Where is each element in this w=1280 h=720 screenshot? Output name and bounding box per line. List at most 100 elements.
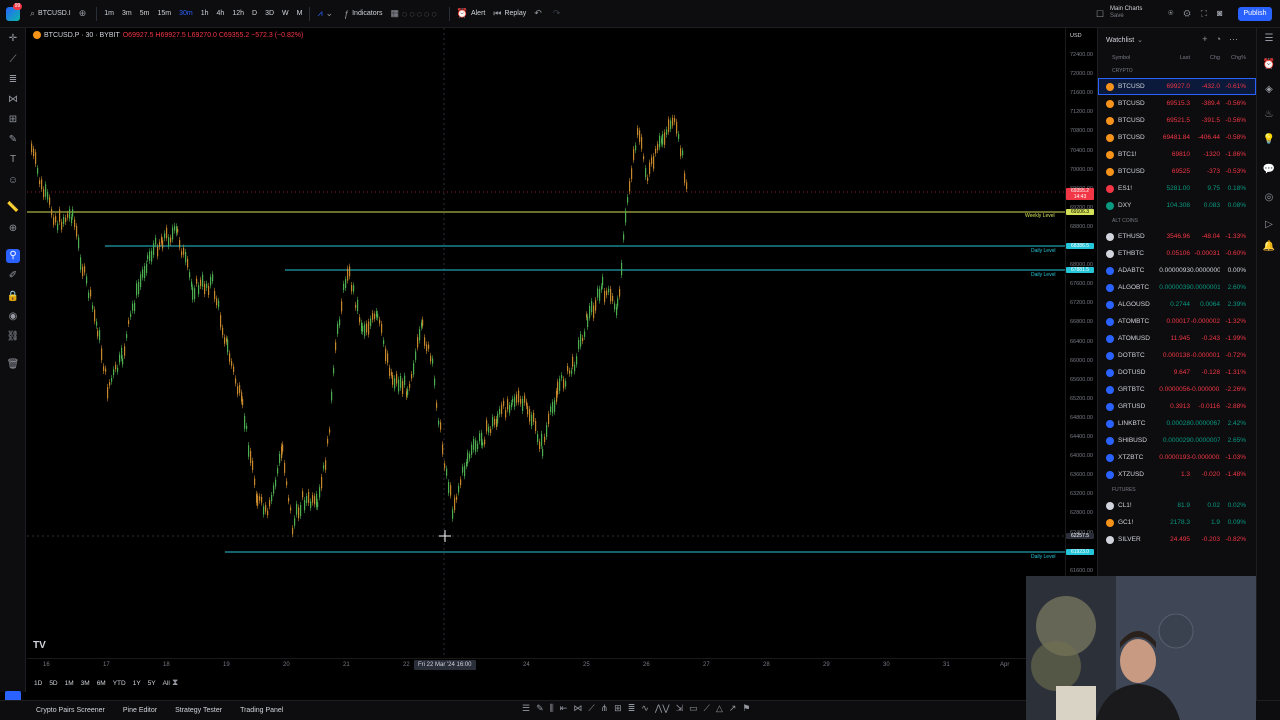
compare-button[interactable]: ⊕ — [75, 0, 94, 28]
watchlist-section-header[interactable]: FUTURES — [1098, 483, 1256, 497]
path-icon[interactable]: ⟋ — [704, 703, 710, 714]
layout-name-button[interactable]: Main Charts Save — [1110, 6, 1158, 20]
alert-button[interactable]: ⏰ Alert — [453, 0, 490, 28]
timeframe-15m[interactable]: 15m — [153, 10, 175, 17]
range-YTD[interactable]: YTD — [113, 680, 126, 687]
watchlist-row[interactable]: ETHUSD 3546.96 -48.04 -1.33% — [1098, 228, 1256, 245]
timeframe-30m[interactable]: 30m — [175, 10, 197, 17]
ruler-tool-icon[interactable]: 📏 — [6, 201, 20, 215]
fib-icon[interactable]: ≣ — [628, 703, 636, 714]
alert-bell-icon[interactable]: ⍟ — [1168, 8, 1183, 18]
timeframe-W[interactable]: W — [278, 10, 293, 17]
range-5Y[interactable]: 5Y — [148, 680, 156, 687]
line-icon[interactable]: ⟋ — [588, 703, 594, 714]
zoom-tool-icon[interactable]: ⊕ — [6, 222, 20, 236]
camera-icon[interactable]: ◙ — [1217, 8, 1232, 18]
lock-icon[interactable]: 🔒 — [6, 290, 20, 304]
watchlist-row[interactable]: ETHBTC 0.05106 -0.00031 -0.60% — [1098, 245, 1256, 262]
brush-tool-icon[interactable]: ✎ — [6, 133, 20, 147]
range-1Y[interactable]: 1Y — [133, 680, 141, 687]
redo-button[interactable]: ↷ — [549, 0, 568, 28]
timeframe-12h[interactable]: 12h — [228, 10, 248, 17]
wave-icon[interactable]: ∿ — [641, 703, 649, 714]
bottom-tab[interactable]: Trading Panel — [240, 707, 283, 714]
timeframe-1h[interactable]: 1h — [197, 10, 213, 17]
watchlist-row[interactable]: DOTUSD 9.647 -0.128 -1.31% — [1098, 364, 1256, 381]
watchlist-row[interactable]: ADABTC 0.0000093 0.0000000 0.00% — [1098, 262, 1256, 279]
chevron-down-icon[interactable]: ⌄ — [1137, 36, 1143, 44]
chat-icon[interactable]: 💬 — [1262, 163, 1276, 177]
magnet-tool-icon[interactable]: ⚲ — [6, 249, 20, 263]
watchlist-row[interactable]: XTZUSD 1.3 -0.020 -1.48% — [1098, 466, 1256, 483]
col-chgp[interactable]: Chg% — [1220, 55, 1252, 61]
timeframe-4h[interactable]: 4h — [213, 10, 229, 17]
watchlist-row[interactable]: GRTUSD 0.3913 -0.0116 -2.88% — [1098, 398, 1256, 415]
watchlist-sidebar-icon[interactable]: ☰ — [1262, 32, 1276, 46]
publish-button[interactable]: Publish — [1238, 7, 1272, 21]
symbol-search-button[interactable]: ⌕ BTCUSD.I — [26, 0, 75, 28]
data-window-icon[interactable]: ◈ — [1262, 83, 1276, 97]
link-icon[interactable]: ⛓ — [6, 330, 20, 344]
chart-type-button[interactable]: ⩘ ⌄ — [313, 0, 340, 28]
settings-gear-icon[interactable]: ⚙ — [1183, 8, 1200, 18]
bottom-tab[interactable]: Crypto Pairs Screener — [36, 707, 105, 714]
brush-icon[interactable]: ✎ — [536, 703, 544, 714]
more-icon[interactable]: ⋯ — [1229, 34, 1246, 44]
range-3M[interactable]: 3M — [81, 680, 90, 687]
watchlist-row[interactable]: CL1! 81.9 0.02 0.02% — [1098, 497, 1256, 514]
range-All[interactable]: All — [163, 680, 170, 687]
watchlist-row[interactable]: ATOMBTC 0.00017 -0.000002 -1.32% — [1098, 313, 1256, 330]
watchlist-row[interactable]: BTCUSD 69927.0 -432.0 -0.61% — [1098, 78, 1256, 95]
watchlist-section-header[interactable]: CRYPTO — [1098, 64, 1256, 78]
templates-button[interactable]: ▦ ◌◌◌◌◌ — [386, 0, 445, 28]
watchlist-row[interactable]: BTC1! 69810 -1320 -1.86% — [1098, 146, 1256, 163]
watchlist-row[interactable]: BTCUSD 69525 -373 -0.53% — [1098, 163, 1256, 180]
chart-pane[interactable]: BTCUSD.P · 30 · BYBIT O69927.5 H69927.5 … — [27, 28, 1065, 658]
timeframe-1m[interactable]: 1m — [100, 10, 118, 17]
projection-tool-icon[interactable]: ⊞ — [6, 113, 20, 127]
triangle-icon[interactable]: △ — [716, 703, 723, 714]
trendline-tool-icon[interactable]: ⟋ — [6, 53, 20, 67]
timeframe-5m[interactable]: 5m — [136, 10, 154, 17]
menu-logo-button[interactable]: 99 — [0, 0, 26, 28]
indicators-button[interactable]: ƒ Indicators — [340, 0, 386, 28]
watchlist-section-header[interactable]: ALT COINS — [1098, 214, 1256, 228]
watchlist-row[interactable]: XTZBTC 0.0000193 -0.0000002 -1.03% — [1098, 449, 1256, 466]
watchlist-row[interactable]: ALGOUSD 0.2744 0.0064 2.39% — [1098, 296, 1256, 313]
col-symbol[interactable]: Symbol — [1098, 55, 1158, 61]
pattern-icon[interactable]: ⋈ — [573, 703, 582, 714]
col-chg[interactable]: Chg — [1190, 55, 1220, 61]
timeframe-M[interactable]: M — [293, 10, 307, 17]
streams-icon[interactable]: ◎ — [1262, 191, 1276, 205]
chart-legend[interactable]: BTCUSD.P · 30 · BYBIT O69927.5 H69927.5 … — [33, 31, 303, 39]
ideas-icon[interactable]: 💡 — [1262, 133, 1276, 147]
replay-button[interactable]: ⏮ Replay — [489, 0, 530, 28]
range-1M[interactable]: 1M — [65, 680, 74, 687]
text-tool-icon[interactable]: T — [6, 153, 20, 167]
bottom-tab[interactable]: Pine Editor — [123, 707, 157, 714]
eye-icon[interactable]: ◉ — [6, 310, 20, 324]
range-5D[interactable]: 5D — [49, 680, 57, 687]
watchlist-row[interactable]: BTCUSD 69521.5 -391.5 -0.56% — [1098, 112, 1256, 129]
watchlist-row[interactable]: SILVER 24.495 -0.203 -0.82% — [1098, 531, 1256, 548]
col-last[interactable]: Last — [1158, 55, 1190, 61]
hotlists-icon[interactable]: ♨ — [1262, 108, 1276, 122]
bottom-tab[interactable]: Strategy Tester — [175, 707, 222, 714]
candlestick-chart[interactable] — [27, 28, 1065, 658]
zigzag-icon[interactable]: ⋀⋁ — [655, 703, 670, 714]
list-icon[interactable]: ☰ — [522, 703, 530, 714]
watchlist-row[interactable]: BTCUSD 69481.84 -406.44 -0.58% — [1098, 129, 1256, 146]
arrow-icon[interactable]: ⇤ — [560, 703, 568, 714]
crosshair-tool-icon[interactable]: ✛ — [6, 32, 20, 46]
rect-icon[interactable]: ▭ — [689, 703, 698, 714]
watchlist-row[interactable]: ALGOBTC 0.0000039 0.0000001 2.60% — [1098, 279, 1256, 296]
calendar-icon[interactable]: ▷ — [1262, 218, 1276, 232]
draw-mode-icon[interactable]: ✐ — [6, 269, 20, 283]
trash-icon[interactable]: 🗑 — [6, 358, 20, 372]
goto-date-icon[interactable]: ⧗ — [172, 677, 178, 688]
pitch-icon[interactable]: ⋔ — [601, 703, 609, 714]
flag-icon[interactable]: ⚑ — [742, 703, 750, 714]
watchlist-row[interactable]: DXY 104.308 0.083 0.08% — [1098, 197, 1256, 214]
fullscreen-icon[interactable]: ⛶ — [1201, 8, 1217, 18]
watchlist-row[interactable]: SHIBUSD 0.000029 0.0000007 2.65% — [1098, 432, 1256, 449]
